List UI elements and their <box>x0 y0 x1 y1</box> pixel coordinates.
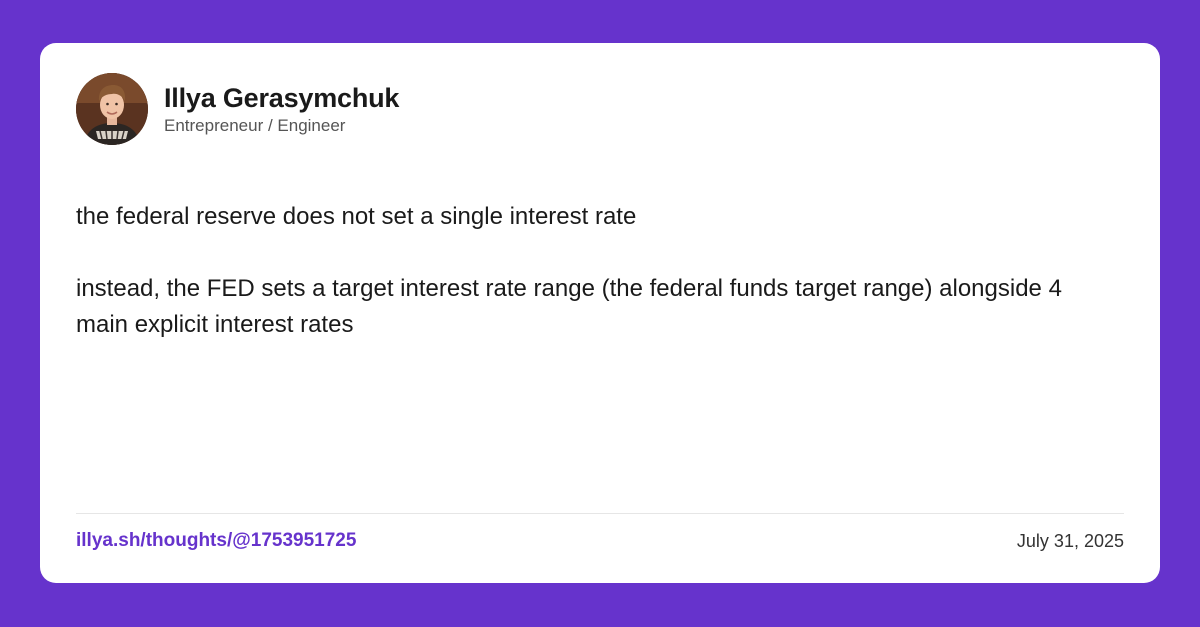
post-paragraph: instead, the FED sets a target interest … <box>76 275 1062 338</box>
author-info: Illya Gerasymchuk Entrepreneur / Enginee… <box>164 82 399 137</box>
post-body: the federal reserve does not set a singl… <box>76 199 1116 343</box>
avatar[interactable] <box>76 73 148 145</box>
author-role: Entrepreneur / Engineer <box>164 115 346 135</box>
author-name[interactable]: Illya Gerasymchuk <box>164 82 399 114</box>
post-date: July 31, 2025 <box>1016 531 1124 551</box>
author-header: Illya Gerasymchuk Entrepreneur / Enginee… <box>76 73 399 145</box>
permalink[interactable]: illya.sh/thoughts/@1753951725 <box>76 529 356 553</box>
post-paragraph: the federal reserve does not set a singl… <box>76 203 637 230</box>
post-card: Illya Gerasymchuk Entrepreneur / Enginee… <box>40 43 1160 583</box>
profile-photo-icon <box>76 73 148 145</box>
footer-divider <box>76 513 1124 514</box>
